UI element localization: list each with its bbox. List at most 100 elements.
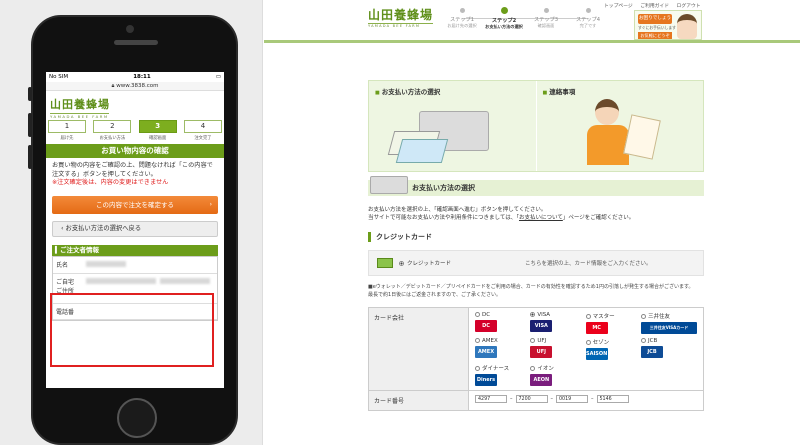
radio-icon[interactable] (475, 338, 480, 343)
step-number: 3 (138, 120, 177, 133)
logo-jp: 山田養蜂場 (50, 98, 110, 111)
card-number-fields: 4297– 7200– 0019– 5146 (469, 391, 703, 410)
link-guide[interactable]: ご利用ガイド (640, 4, 669, 9)
site-logo[interactable]: 山田養蜂場 YAMADA BEE FARM (46, 91, 224, 119)
left-panel: No SIM 18:11 ▭ 🔒︎ www.3838.com 山田養蜂場 YAM… (0, 0, 263, 445)
step-dot (500, 7, 508, 14)
brand-radio-label[interactable]: JCB (640, 338, 697, 344)
brand-radio-label[interactable]: UFJ (530, 338, 585, 344)
radio-icon[interactable] (640, 314, 646, 319)
payment-info-link[interactable]: お支払いについて (519, 215, 563, 221)
speaker-icon (114, 40, 158, 45)
link-logout[interactable]: ログアウト (677, 4, 701, 9)
radio-icon[interactable] (530, 338, 536, 343)
step-4: 4 注文完了 (183, 120, 222, 141)
payment-card: お支払い方法の選択 (369, 81, 536, 171)
card-brand-option[interactable]: UFJ UFJ (530, 338, 585, 360)
card-brand-option[interactable]: DC DC (475, 312, 530, 334)
lock-icon: 🔒︎ (111, 83, 115, 89)
chevron-left-icon: ‹ (61, 224, 64, 232)
payment-description: お支払い方法を選択の上、「確認画面へ進む」ボタンを押してください。 当サイトで可… (368, 206, 704, 222)
section-title: ご注文者情報 (60, 245, 99, 254)
brand-logo: SAISON (585, 348, 608, 360)
credit-card-radio[interactable] (399, 260, 404, 266)
card-illustration (395, 139, 449, 163)
mute-switch (28, 87, 32, 101)
card-brand-option[interactable]: イオン AEON (530, 364, 585, 386)
card-number-input-2[interactable]: 7200 (515, 395, 548, 403)
brand-radio-label[interactable]: 三井住友 (640, 312, 697, 320)
card-brand-option[interactable]: JCB JCB (640, 338, 697, 360)
link-top[interactable]: トップページ (604, 4, 633, 9)
back-to-payment-button[interactable]: ‹ お支払い方法の選択へ戻る (52, 220, 218, 237)
brand-logo: JCB (640, 346, 663, 358)
radio-icon[interactable] (530, 312, 536, 317)
brand-radio-label[interactable]: セゾン (585, 338, 641, 346)
desktop-page: 山田養蜂場 YAMADA BEE FARM ステップ1 お届け先の選択 ステップ… (264, 0, 800, 445)
card-company-options: DC DC VISA VISA マスター MC 三井住友三井住友VISAカード AMEX AME… (469, 308, 703, 390)
help-banner[interactable]: お困りでしょうか？ すぐにお手伝いします お気軽にどうぞ (634, 10, 702, 40)
step-number: 1 (48, 120, 86, 133)
card-brand-option[interactable]: ダイナース Diners (475, 364, 530, 386)
step-dot (543, 8, 549, 13)
volume-down-button (28, 145, 32, 169)
brand-logo: 三井住友VISAカード (640, 322, 697, 334)
radio-icon[interactable] (475, 312, 480, 317)
step-1: 1 届け先 (48, 120, 86, 141)
page-title: お買い物内容の確認 (46, 144, 224, 158)
card-brand-option[interactable]: セゾン SAISON (585, 338, 641, 360)
url-bar[interactable]: 🔒︎ www.3838.com (46, 82, 224, 91)
brand-radio-label[interactable]: ダイナース (475, 364, 530, 372)
card-brand-option[interactable]: AMEX AMEX (475, 338, 530, 360)
phone-mockup: No SIM 18:11 ▭ 🔒︎ www.3838.com 山田養蜂場 YAM… (28, 15, 238, 445)
note-line: ■eウォレット／デビットカード／プリペイドカードをご利用の場合、カードの有効性を… (368, 284, 694, 290)
brand-name: UFJ (537, 338, 547, 344)
credit-card-heading: クレジットカード (368, 232, 704, 242)
brand-name: DC (482, 312, 491, 318)
description-line: お支払い方法を選択の上、「確認画面へ進む」ボタンを押してください。 (368, 207, 547, 213)
payment-card-title: お支払い方法の選択 (369, 81, 536, 101)
brand-logo: MC (585, 322, 608, 334)
step-label: お支払い方法 (99, 136, 126, 141)
back-label: お支払い方法の選択へ戻る (65, 224, 142, 232)
credit-card-option[interactable]: クレジットカード こちらを選択の上、カード情報をご入力ください。 (368, 250, 704, 276)
operator-illustration (677, 14, 697, 39)
step-indicator: ステップ1 お届け先の選択 ステップ2 お支払い方法の選択 ステップ3 確認画面… (442, 7, 608, 34)
help-banner-title: お困りでしょうか？ (638, 14, 672, 31)
brand-name: 三井住友 (647, 314, 670, 320)
home-button (117, 398, 157, 438)
confirm-order-button[interactable]: この内容で注文を確定する › (52, 195, 218, 214)
brand-radio-label[interactable]: イオン (530, 364, 585, 372)
card-number-input-4[interactable]: 5146 (596, 395, 629, 403)
card-brand-option[interactable]: 三井住友三井住友VISAカード (640, 312, 697, 334)
brand-radio-label[interactable]: DC (475, 312, 530, 318)
card-number-input-3[interactable]: 0019 (556, 395, 588, 403)
brand-radio-label[interactable]: AMEX (475, 338, 530, 344)
staff-illustration (583, 95, 663, 169)
radio-icon[interactable] (530, 366, 536, 371)
step-label: 確認画面 (149, 136, 167, 141)
card-form-table: カード会社 DC DC VISA VISA マスター MC 三井住友 三井住友VISAカード A… (368, 307, 704, 411)
brand-radio-label[interactable]: マスター (585, 312, 641, 320)
staff-head (594, 99, 619, 125)
card-notes: ■eウォレット／デビットカード／プリペイドカードをご利用の場合、カードの有効性を… (368, 284, 704, 299)
brand-radio-label[interactable]: VISA (530, 312, 585, 318)
card-number-input-1[interactable]: 4297 (475, 395, 507, 403)
card-brand-option[interactable]: VISA VISA (530, 312, 585, 334)
brand-logo: UFJ (530, 346, 553, 358)
radio-icon[interactable] (585, 340, 591, 345)
card-number-row: カード番号 4297– 7200– 0019– 5146 (369, 391, 703, 410)
radio-icon[interactable] (585, 314, 591, 319)
site-logo[interactable]: 山田養蜂場 YAMADA BEE FARM (368, 6, 434, 28)
step-indicator: 1 届け先 2 お支払い方法 3 確認画面 4 注文完了 (46, 117, 224, 141)
main-content: お支払い方法の選択 連絡事項 (368, 80, 704, 411)
card-brand-option[interactable]: マスター MC (585, 312, 641, 334)
radio-icon[interactable] (475, 366, 480, 371)
step-3: 3 確認画面 (138, 120, 177, 141)
step-number: 4 (183, 120, 222, 133)
carrier-text: No SIM (49, 74, 69, 80)
radio-icon[interactable] (640, 338, 646, 343)
note-line: 最長で約1日後にはご返金されますので、ご了承ください。 (368, 291, 501, 298)
step-1: ステップ1 お届け先の選択 (442, 8, 482, 29)
staff-body (586, 125, 629, 165)
